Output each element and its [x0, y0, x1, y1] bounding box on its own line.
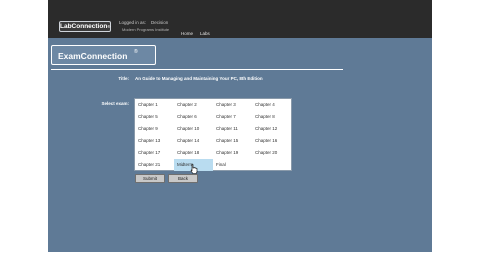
select-exam-label: Select exam: — [101, 101, 129, 106]
title-label: Title: — [118, 76, 129, 81]
examconnection-banner: ExamConnection ® — [51, 45, 156, 65]
exam-option[interactable]: Chapter 10 — [174, 123, 213, 135]
exam-row: Chapter 21 Midterm Final — [135, 159, 293, 171]
exam-option[interactable]: Chapter 4 — [252, 99, 291, 111]
exam-option[interactable]: Chapter 11 — [213, 123, 252, 135]
back-button[interactable]: Back — [168, 174, 198, 183]
app-frame: LabConnection® Logged in as: Decision Mo… — [48, 0, 432, 252]
submit-button[interactable]: Submit — [135, 174, 165, 183]
header-divider — [51, 69, 343, 70]
exam-option[interactable]: Chapter 21 — [135, 159, 174, 171]
nav-home-link[interactable]: Home — [181, 31, 193, 36]
book-title: An Guide to Managing and Maintaining You… — [135, 76, 263, 81]
exam-option[interactable]: Chapter 20 — [252, 147, 291, 159]
logged-in-text: Logged in as: — [119, 20, 147, 25]
exam-option[interactable]: Chapter 18 — [174, 147, 213, 159]
nav-labs-link[interactable]: Labs — [200, 31, 210, 36]
exam-row: Chapter 13 Chapter 14 Chapter 15 Chapter… — [135, 135, 293, 147]
exam-option[interactable]: Chapter 7 — [213, 111, 252, 123]
exam-option[interactable]: Chapter 8 — [252, 111, 291, 123]
logged-in-label: Logged in as: — [119, 20, 146, 25]
exam-option[interactable]: Chapter 1 — [135, 99, 174, 111]
exam-row: Chapter 1 Chapter 2 Chapter 3 Chapter 4 — [135, 99, 293, 111]
exam-option[interactable]: Chapter 12 — [252, 123, 291, 135]
exam-list: Chapter 1 Chapter 2 Chapter 3 Chapter 4 … — [134, 98, 292, 171]
exam-option[interactable]: Chapter 3 — [213, 99, 252, 111]
logo-registered-mark: ® — [107, 24, 111, 29]
top-bar: LabConnection® Logged in as: Decision Mo… — [48, 0, 432, 38]
brand-title: ExamConnection — [58, 51, 128, 61]
exam-option[interactable]: Chapter 9 — [135, 123, 174, 135]
exam-row: Chapter 5 Chapter 6 Chapter 7 Chapter 8 — [135, 111, 293, 123]
exam-option[interactable]: Chapter 2 — [174, 99, 213, 111]
exam-option-empty — [252, 159, 291, 171]
exam-option[interactable]: Final — [213, 159, 252, 171]
user-name: Decision — [151, 20, 169, 25]
institution-name: Modern Programs Institute — [122, 27, 170, 32]
exam-option[interactable]: Chapter 19 — [213, 147, 252, 159]
exam-option[interactable]: Chapter 15 — [213, 135, 252, 147]
exam-option[interactable]: Chapter 16 — [252, 135, 291, 147]
pointer-hand-icon — [190, 164, 198, 174]
exam-option[interactable]: Chapter 14 — [174, 135, 213, 147]
brand-registered-mark: ® — [134, 49, 138, 55]
exam-option[interactable]: Chapter 6 — [174, 111, 213, 123]
exam-option[interactable]: Chapter 5 — [135, 111, 174, 123]
labconnection-logo[interactable]: LabConnection® — [59, 21, 111, 32]
exam-option[interactable]: Chapter 17 — [135, 147, 174, 159]
logo-text: LabConnection — [60, 23, 108, 30]
exam-option[interactable]: Chapter 13 — [135, 135, 174, 147]
exam-row: Chapter 9 Chapter 10 Chapter 11 Chapter … — [135, 123, 293, 135]
exam-row: Chapter 17 Chapter 18 Chapter 19 Chapter… — [135, 147, 293, 159]
